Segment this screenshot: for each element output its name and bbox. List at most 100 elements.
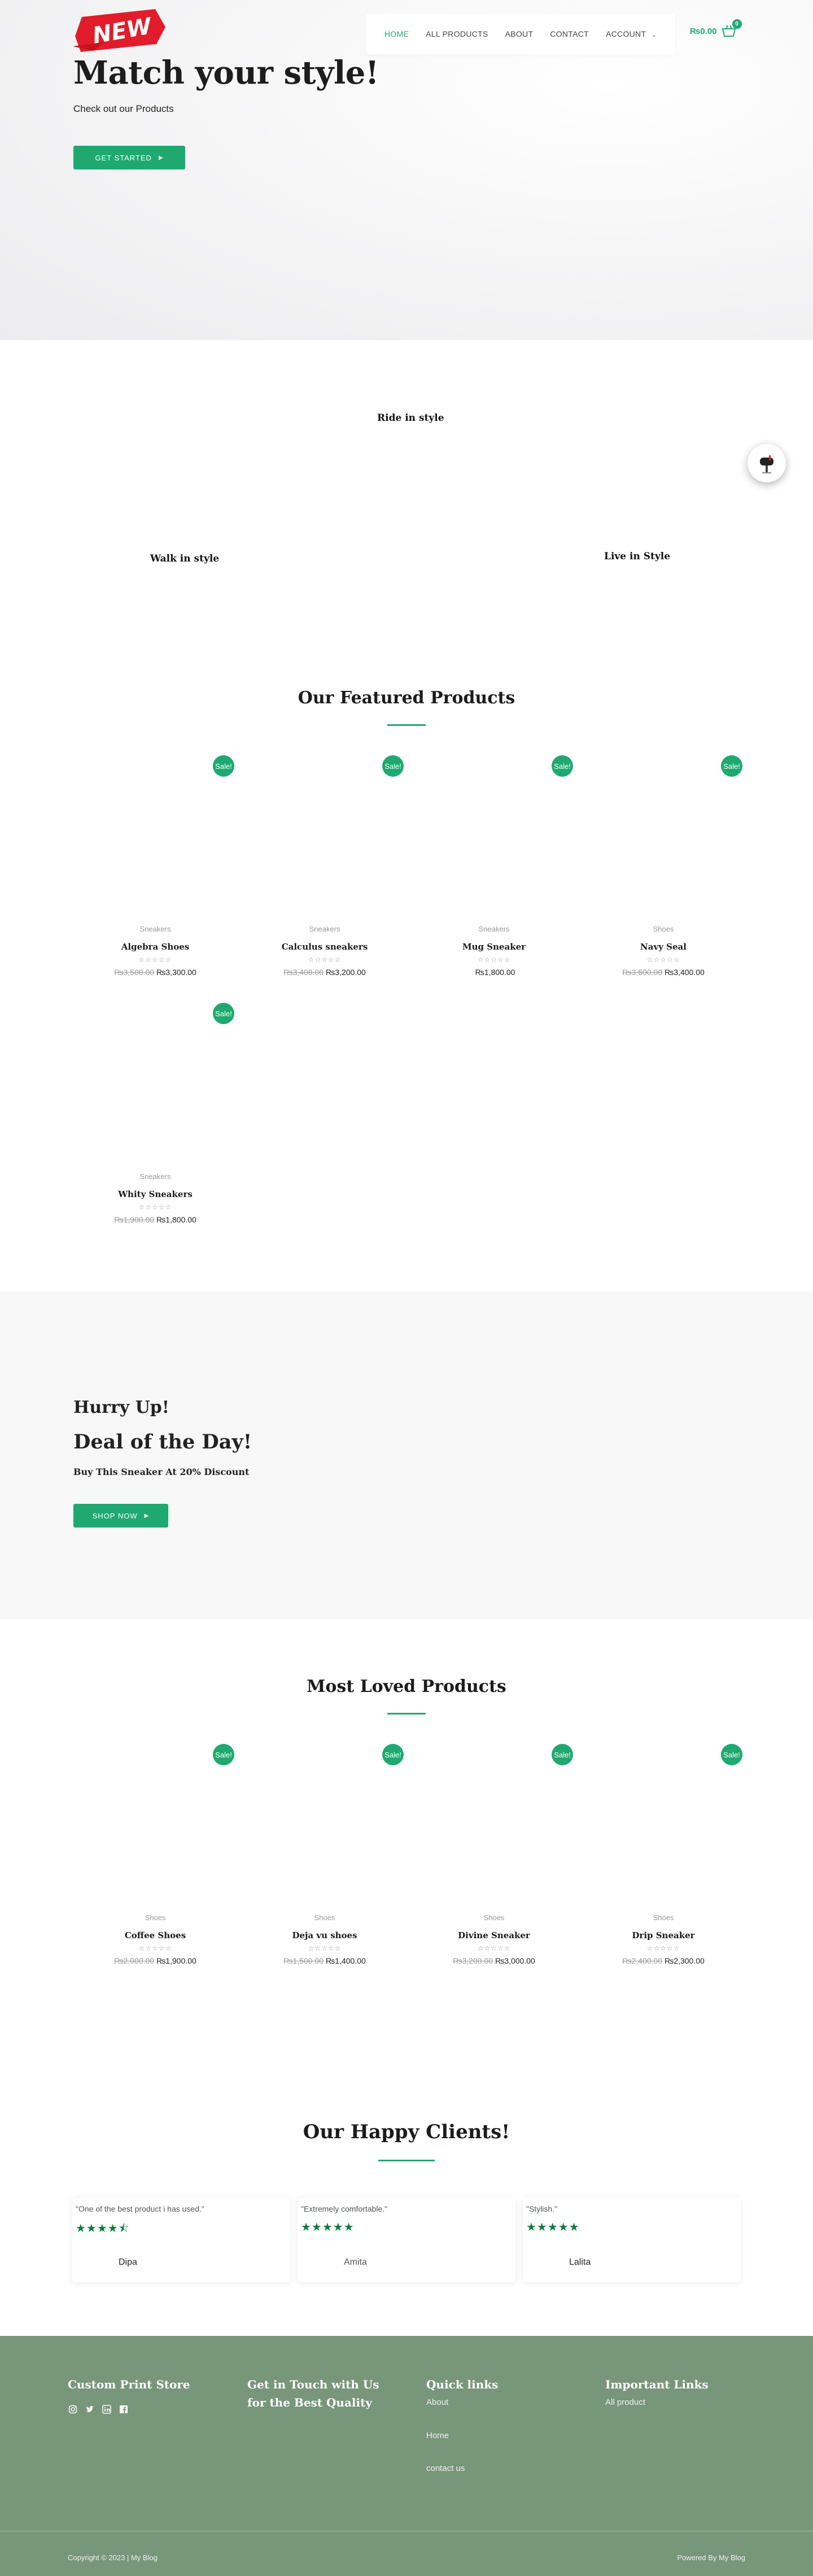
product-card[interactable]: Sale! Shoes Coffee Shoes ☆☆☆☆☆ ₨2,000.00… <box>76 1744 234 1987</box>
current-price: ₨3,400.00 <box>665 968 705 977</box>
nav-all-products[interactable]: ALL PRODUCTS <box>426 29 488 38</box>
old-price: ₨3,400.00 <box>283 968 324 977</box>
chevron-right-icon: ▶ <box>144 1512 150 1519</box>
shop-now-label: SHOP NOW <box>92 1511 138 1520</box>
product-name[interactable]: Coffee Shoes <box>76 1930 234 1940</box>
product-category[interactable]: Shoes <box>584 925 742 933</box>
footer-copyright: Copyright © 2023 | My Blog <box>68 2553 158 2562</box>
rating-stars: ☆☆☆☆☆ <box>138 1203 172 1211</box>
product-category[interactable]: Sneakers <box>415 925 573 933</box>
old-price: ₨3,500.00 <box>114 968 154 977</box>
old-price: ₨3,200.00 <box>453 1956 493 1965</box>
current-price: ₨1,400.00 <box>326 1956 366 1965</box>
current-price: ₨2,300.00 <box>665 1956 705 1965</box>
rating-stars: ☆☆☆☆☆ <box>138 1944 172 1952</box>
get-started-button[interactable]: GET STARTED ▶ <box>73 146 185 169</box>
nav-home[interactable]: HOME <box>384 29 409 38</box>
footer-touch-heading: Get in Touch with Us for the Best Qualit… <box>247 2378 379 2409</box>
product-category[interactable]: Shoes <box>415 1913 573 1922</box>
testimonial-card: "Stylish." ★★★★★ Lalita <box>523 2198 741 2282</box>
product-price: ₨3,500.00 ₨3,300.00 <box>76 968 234 977</box>
product-category[interactable]: Shoes <box>584 1913 742 1922</box>
rating-stars: ★★★★★ <box>301 2221 355 2234</box>
chevron-down-icon: ⌄ <box>652 32 657 38</box>
old-price: ₨2,400.00 <box>622 1956 662 1965</box>
category-ride[interactable]: Ride in style <box>377 412 444 424</box>
product-name[interactable]: Navy Seal <box>584 942 742 952</box>
footer-powered-by[interactable]: Powered By My Blog <box>677 2553 745 2562</box>
sale-badge: Sale! <box>721 755 742 777</box>
cart-button[interactable]: ₨0.00 0 <box>690 19 742 37</box>
old-price: ₨1,500.00 <box>283 1956 324 1965</box>
rating-stars: ☆☆☆☆☆ <box>646 956 680 964</box>
product-card[interactable]: Sale! Shoes Divine Sneaker ☆☆☆☆☆ ₨3,200.… <box>415 1744 573 1987</box>
client-name: Dipa <box>119 2257 137 2267</box>
product-card[interactable]: Sale! Sneakers Calculus sneakers ☆☆☆☆☆ ₨… <box>246 755 404 998</box>
product-card[interactable]: Sale! Shoes Drip Sneaker ☆☆☆☆☆ ₨2,400.00… <box>584 1744 742 1987</box>
cart-total: ₨0.00 <box>690 26 717 36</box>
rating-stars: ☆☆☆☆☆ <box>477 956 511 964</box>
nav-account[interactable]: ACCOUNT ⌄ <box>606 29 657 38</box>
hero-title: Match your style! <box>73 54 379 92</box>
product-card[interactable]: Sale! Shoes Navy Seal ☆☆☆☆☆ ₨3,600.00 ₨3,… <box>584 755 742 998</box>
sale-badge: Sale! <box>382 1744 404 1765</box>
product-card[interactable]: Sale! Sneakers Whity Sneakers ☆☆☆☆☆ ₨1,9… <box>76 1003 234 1246</box>
sale-badge: Sale! <box>721 1744 742 1765</box>
product-category[interactable]: Shoes <box>76 1913 234 1922</box>
main-nav: HOME ALL PRODUCTS ABOUT CONTACT ACCOUNT … <box>366 14 675 54</box>
footer-link-home[interactable]: Home <box>426 2431 449 2440</box>
facebook-icon[interactable] <box>119 2404 129 2414</box>
mailbox-icon <box>760 455 773 473</box>
product-category[interactable]: Shoes <box>246 1913 404 1922</box>
product-name[interactable]: Mug Sneaker <box>415 942 573 952</box>
hero-subtitle: Check out our Products <box>73 103 174 114</box>
testimonial-card: "Extremely comfortable." ★★★★★ Amita <box>298 2198 515 2282</box>
twitter-icon[interactable] <box>85 2404 95 2414</box>
client-name: Amita <box>344 2257 367 2267</box>
category-walk[interactable]: Walk in style <box>150 553 219 564</box>
shop-now-button[interactable]: SHOP NOW ▶ <box>73 1504 168 1528</box>
product-price: ₨3,400.00 ₨3,200.00 <box>246 968 404 977</box>
sale-badge: Sale! <box>213 755 234 777</box>
product-category[interactable]: Sneakers <box>246 925 404 933</box>
product-name[interactable]: Algebra Shoes <box>76 942 234 952</box>
footer-link-contact[interactable]: contact us <box>426 2464 465 2473</box>
product-price: ₨1,900.00 ₨1,800.00 <box>76 1215 234 1224</box>
deal-section: Hurry Up! Deal of the Day! Buy This Snea… <box>0 1291 813 1619</box>
footer-link-all-product[interactable]: All product <box>605 2397 645 2407</box>
sale-badge: Sale! <box>382 755 404 777</box>
rating-stars: ☆☆☆☆☆ <box>138 956 172 964</box>
product-name[interactable]: Divine Sneaker <box>415 1930 573 1940</box>
deal-hurry-heading: Hurry Up! <box>73 1398 169 1417</box>
instagram-icon[interactable] <box>68 2404 78 2414</box>
mailbox-widget[interactable] <box>748 444 786 482</box>
rating-stars: ☆☆☆☆☆ <box>308 1944 342 1952</box>
product-category[interactable]: Sneakers <box>76 925 234 933</box>
sale-badge: Sale! <box>213 1003 234 1024</box>
product-card[interactable]: Sale! Sneakers Mug Sneaker ☆☆☆☆☆ ₨1,800.… <box>415 755 573 998</box>
footer-link-about[interactable]: About <box>426 2397 448 2407</box>
sale-badge: Sale! <box>213 1744 234 1765</box>
nav-about[interactable]: ABOUT <box>505 29 534 38</box>
product-category[interactable]: Sneakers <box>76 1172 234 1181</box>
deal-subtitle: Buy This Sneaker At 20% Discount <box>73 1467 250 1477</box>
testimonial-quote: "Stylish." <box>526 2204 558 2213</box>
clients-title: Our Happy Clients! <box>303 2121 510 2143</box>
nav-contact[interactable]: CONTACT <box>550 29 589 38</box>
rating-stars: ★★★★⯪ <box>76 2222 130 2235</box>
product-card[interactable]: Sale! Sneakers Algebra Shoes ☆☆☆☆☆ ₨3,50… <box>76 755 234 998</box>
product-name[interactable]: Deja vu shoes <box>246 1930 404 1940</box>
product-name[interactable]: Whity Sneakers <box>76 1189 234 1199</box>
product-name[interactable]: Drip Sneaker <box>584 1930 742 1940</box>
linkedin-icon[interactable] <box>102 2404 112 2414</box>
category-live[interactable]: Live in Style <box>604 551 670 562</box>
current-price: ₨1,800.00 <box>475 968 515 977</box>
product-name[interactable]: Calculus sneakers <box>246 942 404 952</box>
deal-title: Deal of the Day! <box>73 1430 252 1454</box>
cart-count-badge: 0 <box>732 19 742 29</box>
product-card[interactable]: Sale! Shoes Deja vu shoes ☆☆☆☆☆ ₨1,500.0… <box>246 1744 404 1987</box>
clients-title-underline <box>378 2160 435 2161</box>
new-logo[interactable]: NEW <box>71 7 169 53</box>
footer-quick-heading: Quick links <box>426 2378 499 2391</box>
featured-title: Our Featured Products <box>298 688 515 708</box>
